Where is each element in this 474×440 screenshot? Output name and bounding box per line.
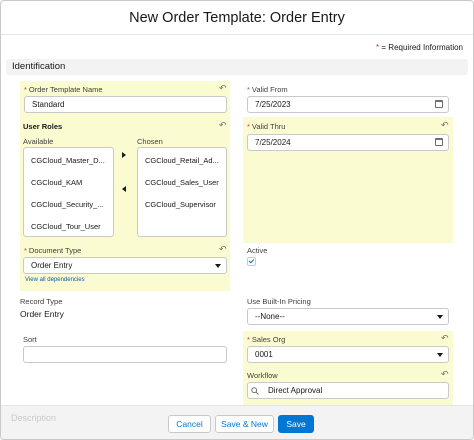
valid-thru-label: * Valid Thru [247, 122, 286, 131]
available-label: Available [23, 137, 54, 146]
chosen-roles-listbox[interactable]: CGCloud_Retail_Ad... CGCloud_Sales_User … [137, 147, 227, 237]
undo-icon[interactable]: ↶ [219, 245, 227, 254]
modal-header: New Order Template: Order Entry [1, 1, 473, 35]
valid-thru-input[interactable]: 7/25/2024 [247, 134, 449, 151]
active-checkbox[interactable] [247, 257, 256, 266]
sort-input[interactable] [23, 346, 227, 363]
cancel-button[interactable]: Cancel [168, 415, 211, 433]
required-info-note: * = Required Information [376, 43, 463, 52]
workflow-lookup-input[interactable]: Direct Approval [247, 382, 449, 399]
required-info-text: = Required Information [381, 43, 463, 52]
calendar-icon[interactable] [435, 138, 443, 146]
checkmark-icon [248, 257, 255, 264]
section-title: Identification [12, 61, 66, 72]
section-header-identification[interactable]: Identification [6, 59, 468, 75]
use-built-in-pricing-select[interactable]: --None-- [247, 308, 449, 325]
modal-title: New Order Template: Order Entry [129, 10, 345, 26]
chosen-label: Chosen [137, 137, 163, 146]
list-item[interactable]: CGCloud_KAM [31, 178, 82, 187]
use-built-in-pricing-value: --None-- [255, 312, 285, 321]
document-type-select[interactable]: Order Entry [23, 257, 227, 274]
valid-from-label: * Valid From [247, 85, 288, 94]
list-item[interactable]: CGCloud_Security_... [31, 200, 104, 209]
undo-icon[interactable]: ↶ [219, 121, 227, 130]
sales-org-label: * Sales Org [247, 335, 286, 344]
list-item[interactable]: CGCloud_Retail_Ad... [145, 156, 219, 165]
order-template-name-input[interactable]: Standard [24, 96, 227, 113]
valid-from-value: 7/25/2023 [255, 100, 291, 109]
list-item[interactable]: CGCloud_Tour_User [31, 222, 101, 231]
modal: New Order Template: Order Entry * = Requ… [0, 0, 474, 440]
list-item[interactable]: CGCloud_Supervisor [145, 200, 216, 209]
order-template-name-label: * Order Template Name [24, 85, 103, 94]
undo-icon[interactable]: ↶ [219, 84, 227, 93]
view-all-dependencies-link[interactable]: View all dependencies [25, 277, 85, 283]
active-label: Active [247, 246, 268, 255]
use-built-in-pricing-label: Use Built-In Pricing [247, 297, 311, 306]
save-and-new-button[interactable]: Save & New [215, 415, 274, 433]
save-button[interactable]: Save [278, 415, 314, 433]
move-right-button[interactable] [122, 152, 126, 158]
list-item[interactable]: CGCloud_Sales_User [145, 178, 219, 187]
chevron-down-icon [437, 353, 443, 357]
available-roles-listbox[interactable]: CGCloud_Master_D... CGCloud_KAM CGCloud_… [23, 147, 114, 237]
user-roles-label: User Roles [23, 122, 63, 131]
undo-icon[interactable]: ↶ [441, 121, 449, 130]
calendar-icon[interactable] [435, 100, 443, 108]
move-left-button[interactable] [122, 186, 126, 192]
workflow-label: Workflow [247, 371, 278, 380]
required-star: * [376, 43, 380, 52]
record-type-label: Record Type [20, 297, 63, 306]
undo-icon[interactable]: ↶ [441, 334, 449, 343]
valid-thru-value: 7/25/2024 [255, 138, 291, 147]
list-item[interactable]: CGCloud_Master_D... [31, 156, 105, 165]
sort-label: Sort [23, 335, 37, 344]
undo-icon[interactable]: ↶ [441, 370, 449, 379]
valid-from-input[interactable]: 7/25/2023 [247, 96, 449, 113]
document-type-label: * Document Type [24, 246, 82, 255]
sales-org-select[interactable]: 0001 [247, 346, 449, 363]
description-label: Description [11, 413, 57, 423]
search-icon [251, 387, 259, 395]
chevron-down-icon [437, 315, 443, 319]
sales-org-value: 0001 [255, 350, 273, 359]
record-type-value: Order Entry [20, 309, 64, 319]
chevron-down-icon [215, 264, 221, 268]
document-type-value: Order Entry [31, 261, 73, 270]
